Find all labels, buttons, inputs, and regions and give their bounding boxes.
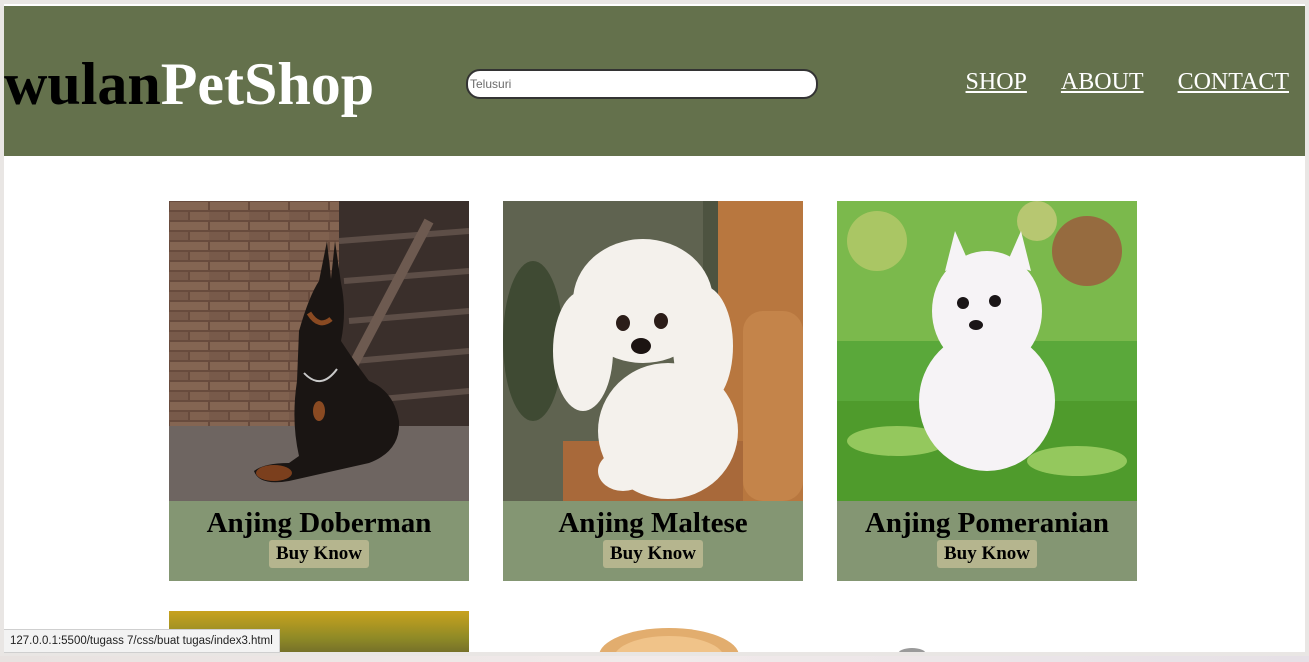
status-bar-url: 127.0.0.1:5500/tugass 7/css/buat tugas/i… [4, 629, 280, 653]
site-header: wulanPetShop SHOP ABOUT CONTACT [4, 6, 1305, 156]
search-input[interactable] [466, 69, 818, 99]
product-card-pomeranian: Anjing Pomeranian Buy Know [837, 201, 1137, 581]
doberman-photo[interactable] [169, 201, 469, 501]
product-name: Anjing Doberman [206, 507, 432, 539]
site-logo[interactable]: wulanPetShop [4, 49, 374, 119]
buy-button-doberman[interactable]: Buy Know [269, 540, 369, 568]
logo-part-petshop: PetShop [160, 51, 375, 117]
pet-photo-partial[interactable] [892, 644, 932, 652]
product-card-maltese: Anjing Maltese Buy Know [503, 201, 803, 581]
page: wulanPetShop SHOP ABOUT CONTACT [4, 4, 1305, 652]
product-name: Anjing Maltese [558, 507, 748, 539]
main-nav: SHOP ABOUT CONTACT [966, 67, 1289, 97]
window-bottom-edge [0, 656, 1309, 662]
product-name: Anjing Pomeranian [864, 507, 1110, 539]
buy-button-maltese[interactable]: Buy Know [603, 540, 703, 568]
nav-link-contact[interactable]: CONTACT [1178, 67, 1289, 97]
maltese-photo[interactable] [503, 201, 803, 501]
logo-part-wulan: wulan [4, 51, 161, 117]
nav-link-about[interactable]: ABOUT [1061, 67, 1144, 97]
pomeranian-photo[interactable] [837, 201, 1137, 501]
product-card-doberman: Anjing Doberman Buy Know [169, 201, 469, 581]
dog-photo-partial[interactable] [584, 624, 754, 652]
buy-button-pomeranian[interactable]: Buy Know [937, 540, 1037, 568]
nav-link-shop[interactable]: SHOP [966, 67, 1027, 97]
